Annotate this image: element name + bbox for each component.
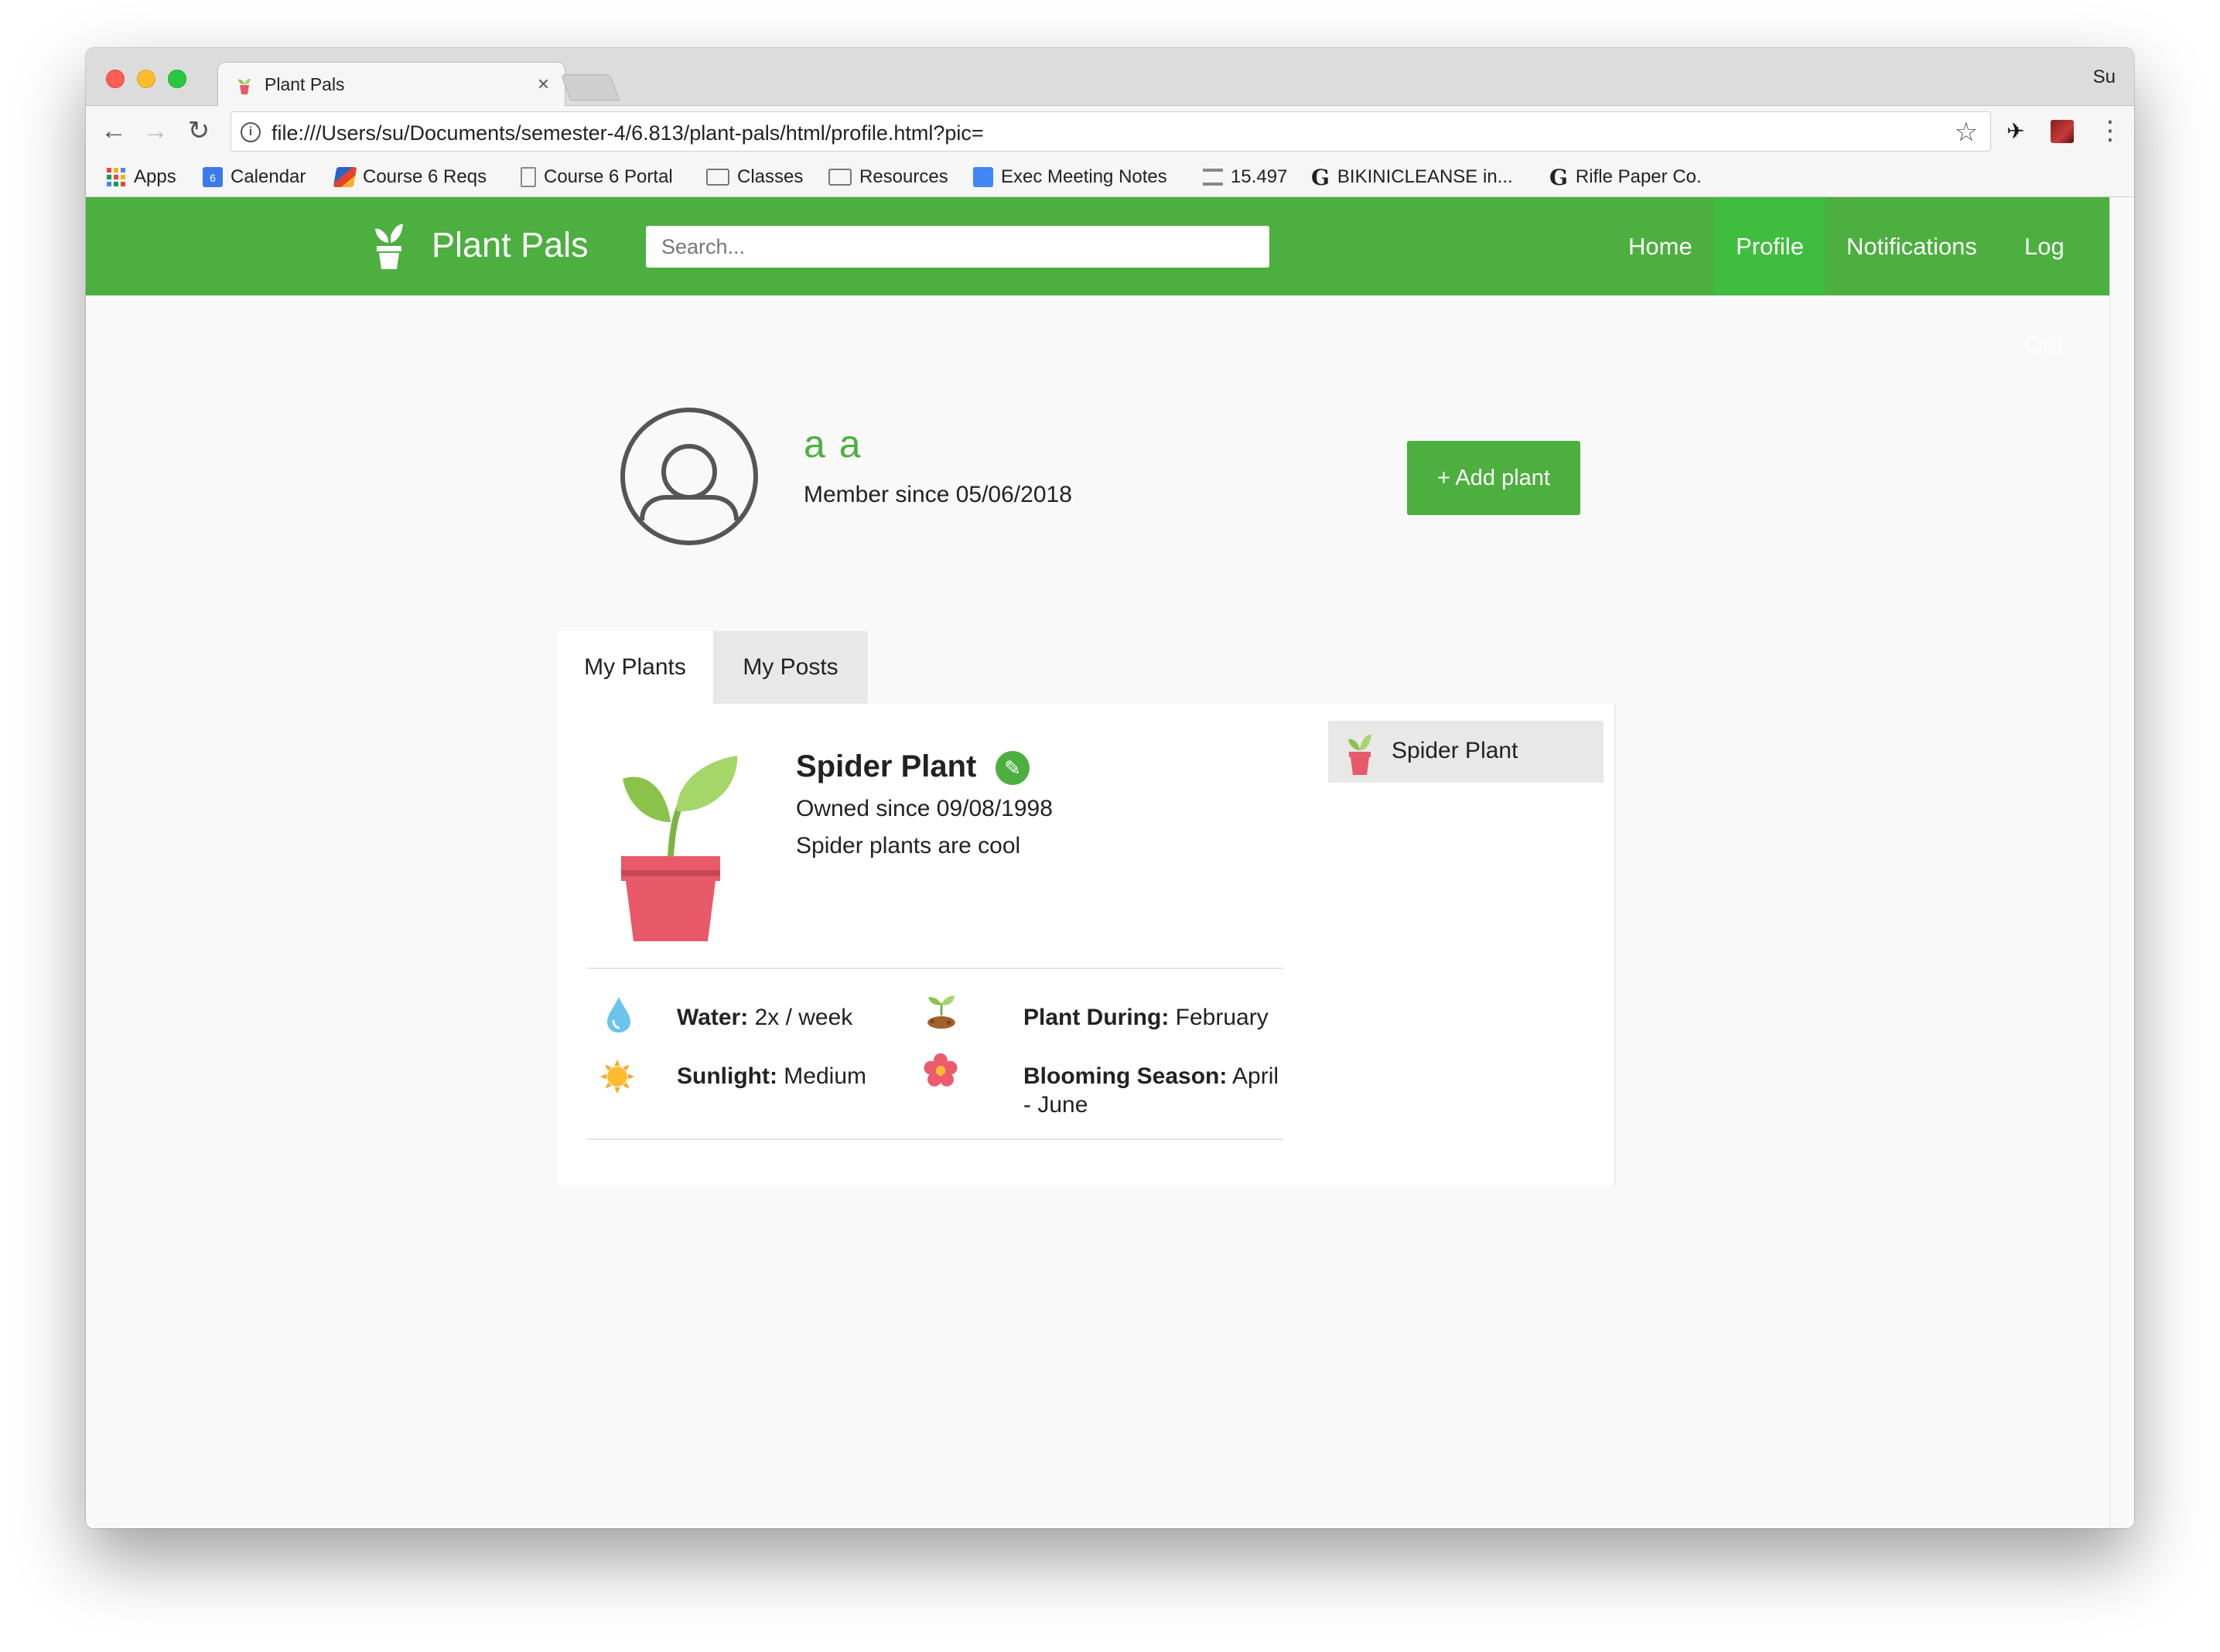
minimize-window-button[interactable] [137,70,155,88]
browser-tab[interactable]: Plant Pals × [217,62,565,107]
water-drop-icon [607,997,630,1032]
bookmark-label: Calendar [231,166,306,187]
page-icon [521,167,536,187]
extension-red-icon[interactable] [2051,120,2074,143]
user-name: a a [804,422,862,466]
tab-my-posts[interactable]: My Posts [713,631,868,704]
bookmark-label: Exec Meeting Notes [1001,166,1167,187]
url-text[interactable]: file:///Users/su/Documents/semester-4/6.… [272,121,984,145]
bookmark-15-497[interactable]: 15.497 [1203,165,1287,189]
bookmark-rifle-paper-co[interactable]: G Rifle Paper Co. [1549,164,1702,190]
page-content: Plant Pals Home Profile Notifications Lo… [86,197,2109,1528]
browser-window: Plant Pals × Su ← → ↻ i file:///Users/su… [86,48,2134,1528]
plant-favicon-icon [238,78,251,94]
gdoc-icon [973,167,993,187]
bookmark-label: Rifle Paper Co. [1575,166,1702,187]
extension-bird-icon[interactable]: ✈ [2007,118,2031,143]
browser-toolbar: ← → ↻ i file:///Users/su/Documents/semes… [86,106,2134,157]
bookmark-label: 15.497 [1231,166,1288,187]
bookmark-bikinicleanse[interactable]: G BIKINICLEANSE in... [1311,164,1513,190]
forward-arrow-icon[interactable]: → [140,115,171,146]
blooming-stat: Blooming Season: April - June [1023,1062,1286,1119]
info-icon[interactable]: i [241,122,261,142]
flower-icon [924,1053,958,1087]
nav-notifications[interactable]: Notifications [1826,197,1997,295]
bookmark-star-icon[interactable]: ☆ [1955,117,1978,148]
divider [587,968,1283,969]
nav-home[interactable]: Home [1608,197,1713,295]
app-navbar: Plant Pals Home Profile Notifications Lo… [86,197,2109,358]
maximize-window-button[interactable] [168,70,186,88]
course-icon [333,167,357,187]
reload-icon[interactable]: ↻ [183,115,214,146]
folder-icon [706,169,729,186]
divider [587,1138,1283,1140]
blooming-label: Blooming Season: [1023,1063,1228,1089]
bookmark-apps[interactable]: Apps [106,165,176,189]
bookmark-course-6-reqs[interactable]: Course 6 Reqs [333,165,487,189]
address-bar[interactable]: i file:///Users/su/Documents/semester-4/… [231,111,1991,152]
page-scrollbar[interactable] [2109,197,2134,1528]
add-plant-button[interactable]: + Add plant [1407,441,1580,515]
sunlight-value: Medium [777,1063,867,1089]
plant-logo-icon[interactable] [374,220,405,271]
tab-bar: Plant Pals × Su [86,48,2134,107]
nav-logout[interactable]: Log Out [2004,197,2109,358]
list-item[interactable]: Spider Plant [1328,721,1604,783]
folder-icon [828,169,852,186]
search-input[interactable] [646,226,1269,268]
potted-plant-icon [1348,734,1371,775]
tab-my-plants[interactable]: My Plants [558,631,712,704]
avatar-icon [620,408,758,545]
edit-pencil-icon[interactable]: ✎ [996,751,1030,785]
tab-title: Plant Pals [265,74,345,94]
bookmark-label: Resources [859,166,948,187]
water-stat: Water: 2x / week [677,1003,852,1032]
seedling-icon [927,995,955,1029]
plant-name: Spider Plant [796,749,977,783]
browser-profile-name[interactable]: Su [2093,67,2116,88]
calendar-icon: 6 [203,167,223,187]
bookmark-label: Apps [134,166,176,187]
bookmark-label: Course 6 Reqs [363,166,487,187]
potted-plant-icon [621,756,738,941]
member-since: Member since 05/06/2018 [804,482,1072,507]
bookmark-label: Classes [737,166,804,187]
plant-during-label: Plant During: [1023,1005,1170,1030]
sunlight-stat: Sunlight: Medium [677,1062,866,1091]
owned-since: Owned since 09/08/1998 [796,796,1053,821]
bookmark-resources[interactable]: Resources [828,165,948,189]
list-item-label: Spider Plant [1392,738,1518,763]
bookmark-calendar[interactable]: 6 Calendar [203,165,306,189]
plant-during-stat: Plant During: February [1023,1003,1269,1032]
water-label: Water: [677,1005,749,1030]
bookmark-exec-meeting-notes[interactable]: Exec Meeting Notes [973,165,1167,189]
bookmark-label: BIKINICLEANSE in... [1337,166,1513,187]
tab-close-icon[interactable]: × [538,72,549,96]
g-icon: G [1311,164,1330,190]
g-icon: G [1549,164,1568,190]
back-arrow-icon[interactable]: ← [98,115,129,146]
nav-profile[interactable]: Profile [1714,197,1826,295]
bookmark-course-6-portal[interactable]: Course 6 Portal [521,165,673,189]
new-tab-button[interactable] [560,74,620,101]
water-value: 2x / week [748,1005,853,1030]
bookmark-classes[interactable]: Classes [706,165,803,189]
bookmarks-bar: Apps 6 Calendar Course 6 Reqs Course 6 P… [86,157,2134,197]
apps-grid-icon [107,168,125,186]
bookmark-label: Course 6 Portal [544,166,673,187]
bank-icon [1203,169,1223,186]
blooming-value-end: - June [1023,1092,1088,1118]
blooming-value: April [1227,1063,1279,1089]
plant-during-value: February [1169,1005,1269,1030]
sunlight-label: Sunlight: [677,1063,777,1089]
close-window-button[interactable] [106,70,125,88]
browser-menu-icon[interactable]: ⋮ [2097,115,2123,146]
sun-icon [599,1059,635,1094]
plant-description: Spider plants are cool [796,833,1021,858]
brand-name[interactable]: Plant Pals [432,225,589,265]
